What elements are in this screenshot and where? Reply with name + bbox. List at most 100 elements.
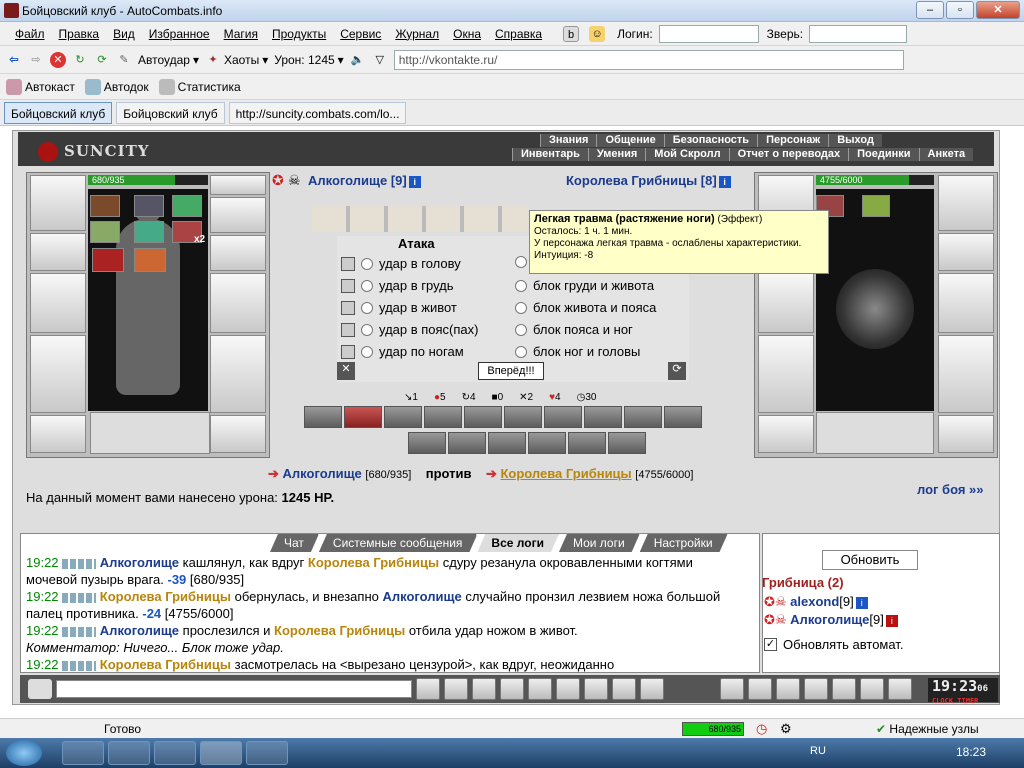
emoji-icon[interactable]	[612, 678, 636, 700]
slot-earrings[interactable]	[210, 175, 266, 195]
close-button[interactable]: ✕	[976, 1, 1020, 19]
slot-belt[interactable]	[30, 415, 86, 453]
slot-rings[interactable]	[210, 197, 266, 233]
skill-1[interactable]	[304, 406, 342, 428]
menu-help[interactable]: Справка	[488, 27, 549, 41]
nav-communication[interactable]: Общение	[596, 134, 664, 147]
task-ie[interactable]	[62, 741, 104, 765]
start-button[interactable]	[6, 740, 42, 766]
nav-skills[interactable]: Умения	[587, 148, 646, 161]
slot-helmet[interactable]	[30, 175, 86, 231]
minimize-button[interactable]: –	[916, 1, 944, 19]
slot-legs[interactable]	[210, 335, 266, 413]
menu-magic[interactable]: Магия	[217, 27, 265, 41]
attack-row-legs[interactable]: удар по ногам	[341, 344, 464, 359]
block-row-belly[interactable]: блок живота и пояса	[515, 300, 656, 315]
forward-icon[interactable]: ⇨	[28, 52, 44, 68]
menu-service[interactable]: Сервис	[333, 27, 388, 41]
lock-icon[interactable]	[832, 678, 856, 700]
autodoc-button[interactable]: Автодок	[84, 78, 149, 95]
tab-club-2[interactable]: Бойцовский клуб	[116, 101, 225, 124]
skill-13[interactable]	[488, 432, 526, 454]
enemy-slot-gloves[interactable]	[938, 233, 994, 271]
beast-select[interactable]	[809, 24, 908, 43]
filter-icon[interactable]	[472, 678, 496, 700]
status-tool-icon[interactable]: ⚙	[780, 721, 792, 737]
enemy-slot-earrings[interactable]	[938, 175, 994, 231]
flag-icon[interactable]	[860, 678, 884, 700]
private-icon[interactable]	[556, 678, 580, 700]
task-firefox[interactable]	[154, 741, 196, 765]
menu-file[interactable]: Файл	[8, 27, 52, 41]
damage-button[interactable]: Урон: 1245 ▾	[274, 53, 343, 67]
bag-slots[interactable]	[90, 412, 210, 454]
skill-11[interactable]	[408, 432, 446, 454]
slot-weapon-left[interactable]	[30, 273, 86, 333]
auto-refresh-checkbox[interactable]: ✓ Обновлять автомат.	[764, 637, 903, 652]
task-app[interactable]	[246, 741, 288, 765]
effect-scrolls[interactable]	[312, 206, 528, 232]
helmet-icon[interactable]	[640, 678, 664, 700]
run-icon[interactable]	[528, 678, 552, 700]
player-name[interactable]: Алкоголище [9] i	[308, 173, 421, 188]
chat-tab-my-logs[interactable]: Мои логи	[559, 534, 640, 552]
login-select[interactable]	[658, 24, 759, 43]
tab-club-1[interactable]: Бойцовский клуб	[4, 101, 113, 124]
potion-slot-1[interactable]	[92, 248, 124, 272]
user-row[interactable]: ✪☠ Алкоголище[9] i	[764, 612, 898, 628]
slot-boots[interactable]	[210, 415, 266, 453]
hands-icon[interactable]	[804, 678, 828, 700]
skill-6[interactable]	[504, 406, 542, 428]
autohit-button[interactable]: Автоудар ▾	[138, 53, 199, 67]
chat-tab-settings[interactable]: Настройки	[640, 534, 728, 552]
menu-windows[interactable]: Окна	[446, 27, 488, 41]
nav-inventory[interactable]: Инвентарь	[512, 148, 588, 161]
enemy-slot-shield[interactable]	[938, 273, 994, 333]
eraser-icon[interactable]	[444, 678, 468, 700]
reload-icon[interactable]: ⟳	[94, 52, 110, 68]
enemy-slot-legs[interactable]	[938, 335, 994, 413]
mask-icon[interactable]	[776, 678, 800, 700]
save-icon[interactable]	[500, 678, 524, 700]
rune-slot-2[interactable]	[134, 195, 164, 217]
tools-icon[interactable]: ✎	[116, 52, 132, 68]
attack-row-head[interactable]: удар в голову	[341, 256, 461, 271]
rune-slot-4[interactable]	[90, 221, 120, 243]
block-row-waist[interactable]: блок пояса и ног	[515, 322, 633, 337]
attack-row-chest[interactable]: удар в грудь	[341, 278, 454, 293]
enemy-info-icon[interactable]: i	[718, 175, 731, 188]
rune-slot-5[interactable]	[134, 221, 164, 243]
slot-bracers[interactable]	[30, 233, 86, 271]
skill-7[interactable]	[544, 406, 582, 428]
back-icon[interactable]: ⇦	[6, 52, 22, 68]
sound-icon[interactable]: 🔈	[350, 52, 366, 68]
nav-scroll[interactable]: Мой Скролл	[645, 148, 729, 161]
rune-slot-1[interactable]	[90, 195, 120, 217]
skill-8[interactable]	[584, 406, 622, 428]
nav-transfers[interactable]: Отчет о переводах	[728, 148, 849, 161]
enemy-rune-2[interactable]	[862, 195, 890, 217]
stats-button[interactable]: Статистика	[158, 78, 241, 95]
enemy-slot-armor[interactable]	[758, 335, 814, 413]
skill-4[interactable]	[424, 406, 462, 428]
hand-icon[interactable]	[584, 678, 608, 700]
refresh-icon[interactable]: ↻	[72, 52, 88, 68]
forward-button[interactable]: Вперёд!!!	[478, 362, 544, 380]
battle-log-link[interactable]: лог боя »»	[917, 482, 984, 497]
enemy-bag-slots[interactable]	[816, 412, 934, 454]
enemy-slot-boots[interactable]	[938, 415, 994, 453]
chat-smiley-icon[interactable]	[28, 679, 52, 699]
slot-gloves[interactable]	[210, 235, 266, 271]
skill-9[interactable]	[624, 406, 662, 428]
menu-edit[interactable]: Правка	[52, 27, 107, 41]
nav-exit[interactable]: Выход	[828, 134, 882, 147]
potion-slot-2[interactable]	[134, 248, 166, 272]
attack-row-waist[interactable]: удар в пояс(пах)	[341, 322, 478, 337]
lang-indicator[interactable]: RU	[810, 745, 826, 757]
chat-input[interactable]	[56, 680, 412, 698]
menu-favorites[interactable]: Избранное	[142, 27, 217, 41]
scroll-icon[interactable]	[748, 678, 772, 700]
block-row-legs[interactable]: блок ног и головы	[515, 344, 640, 359]
vs-enemy[interactable]: Королева Грибницы	[500, 466, 631, 481]
nav-profile[interactable]: Анкета	[918, 148, 974, 161]
